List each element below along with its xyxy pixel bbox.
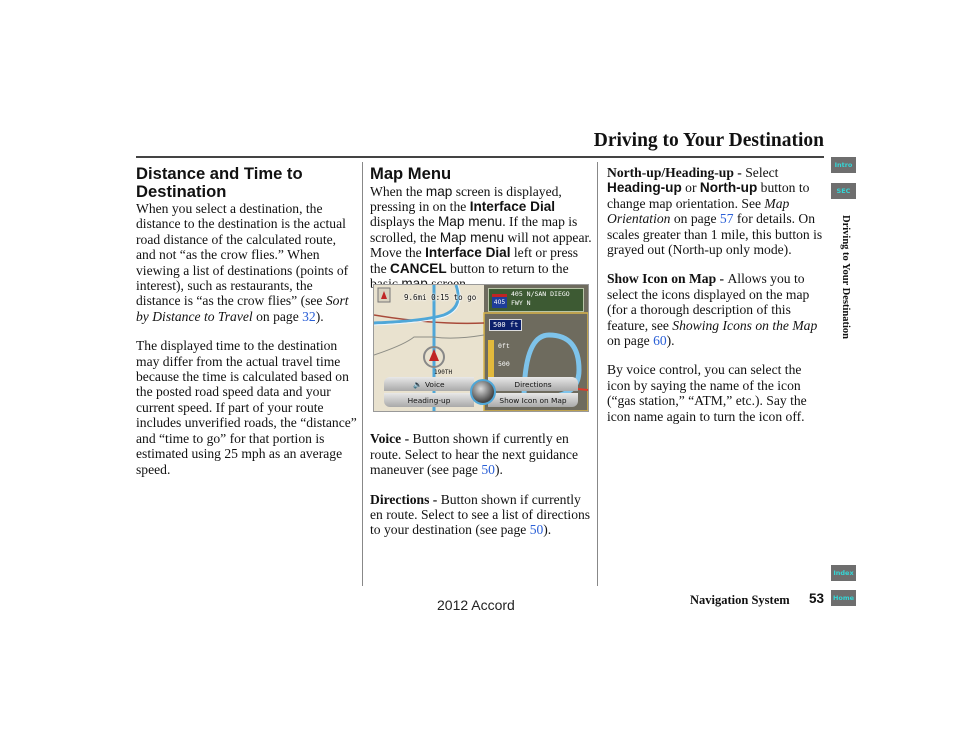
- ui-term: map: [425, 183, 453, 199]
- ui-term: Map menu: [439, 229, 505, 245]
- map-screen-image: 9.6mi 0:15 to go 405 405 N/SAN DIEGO FWY…: [373, 284, 589, 412]
- side-section-title: Driving to Your Destination: [840, 215, 851, 339]
- paragraph-text: ).: [543, 522, 552, 538]
- page-link-50[interactable]: 50: [481, 462, 495, 477]
- map-menu-heading-up-button: Heading-up: [384, 393, 474, 407]
- page-link-57[interactable]: 57: [720, 211, 734, 226]
- paragraph-text: displays the: [370, 214, 438, 230]
- paragraph-text: When you select a destination, the dista…: [136, 201, 349, 309]
- paragraph-text: on page: [252, 308, 303, 324]
- paragraph-text: ).: [315, 308, 324, 324]
- paragraph-voice: Voice - Button shown if currently en rou…: [370, 431, 594, 477]
- section-heading-distance-time: Distance and Time to Destination: [136, 164, 303, 201]
- column-distance-time: Distance and Time to Destination When yo…: [136, 165, 358, 491]
- nav-tab-index[interactable]: Index: [831, 565, 856, 581]
- term-directions: Directions -: [370, 491, 441, 507]
- paragraph-text: on page: [607, 333, 654, 349]
- map-distance-info: 9.6mi 0:15 to go: [404, 293, 477, 302]
- paragraph-text: When the: [370, 183, 426, 199]
- term-voice: Voice -: [370, 431, 413, 447]
- footer-model: 2012 Accord: [437, 597, 515, 613]
- ui-term: Interface Dial: [425, 245, 511, 261]
- section-heading-map-menu: Map Menu: [370, 164, 452, 183]
- page-header-title: Driving to Your Destination: [593, 130, 824, 151]
- map-gauge-bottom: 500: [498, 360, 510, 368]
- map-gauge-top: 0ft: [498, 342, 510, 350]
- ui-term: Interface Dial: [469, 198, 556, 214]
- map-street-sign-text: 405 N/SAN DIEGO FWY N: [511, 290, 570, 307]
- nav-tab-sec[interactable]: SEC: [831, 183, 856, 199]
- term-north-up-heading-up: North-up/Heading-up -: [607, 165, 746, 180]
- paragraph-show-icon: Show Icon on Map - Allows you to select …: [607, 271, 825, 348]
- header-rule: [136, 156, 824, 158]
- page-link-50[interactable]: 50: [530, 522, 544, 537]
- ui-term: Map menu: [437, 214, 503, 230]
- ui-term: North-up: [699, 180, 758, 196]
- map-menu-show-icon-button: Show Icon on Map: [488, 393, 578, 407]
- paragraph-text: ).: [494, 462, 503, 478]
- map-menu-directions-button: Directions: [488, 377, 578, 391]
- paragraph-text: Select: [745, 165, 779, 180]
- term-show-icon-on-map: Show Icon on Map -: [607, 271, 728, 287]
- interface-dial-icon: [470, 379, 496, 405]
- column-divider: [362, 162, 363, 586]
- paragraph-text: or: [681, 180, 700, 196]
- map-street-name: 190TH: [434, 369, 453, 376]
- paragraph-north-up: North-up/Heading-up - Select Heading-up …: [607, 165, 825, 257]
- map-road: [374, 334, 485, 356]
- map-menu-voice-button: 🔉 Voice: [384, 377, 474, 391]
- column-divider: [597, 162, 598, 586]
- freeway-shield-icon: 405: [492, 294, 507, 308]
- map-scale: 500 ft: [489, 319, 523, 331]
- paragraph-map-menu-intro: When the map screen is displayed, pressi…: [370, 184, 594, 292]
- paragraph-distance: When you select a destination, the dista…: [136, 201, 358, 324]
- ui-term: CANCEL: [390, 260, 447, 276]
- paragraph-directions: Directions - Button shown if currently e…: [370, 492, 594, 538]
- paragraph-text: ).: [666, 333, 675, 349]
- paragraph-voice-control: By voice control, you can select the ico…: [607, 362, 807, 424]
- footer-nav-label: Navigation System: [690, 593, 790, 607]
- footer-page-number: 53: [809, 591, 825, 606]
- column-map-options: North-up/Heading-up - Select Heading-up …: [607, 165, 825, 438]
- map-menu: 🔉 Voice Directions Heading-up Show Icon …: [384, 377, 578, 408]
- page-link-32[interactable]: 32: [302, 309, 316, 324]
- ui-term: Heading-up: [607, 180, 682, 196]
- page-link-60[interactable]: 60: [653, 333, 667, 348]
- paragraph-time: The displayed time to the destination ma…: [136, 338, 357, 477]
- ref-showing-icons: Showing Icons on the Map: [672, 317, 818, 333]
- nav-tab-intro[interactable]: Intro: [831, 157, 856, 173]
- paragraph-text: on page: [670, 211, 720, 227]
- map-street-sign: 405 405 N/SAN DIEGO FWY N: [488, 288, 584, 312]
- map-vehicle-icon: [429, 349, 439, 361]
- nav-tab-home[interactable]: Home: [831, 590, 856, 606]
